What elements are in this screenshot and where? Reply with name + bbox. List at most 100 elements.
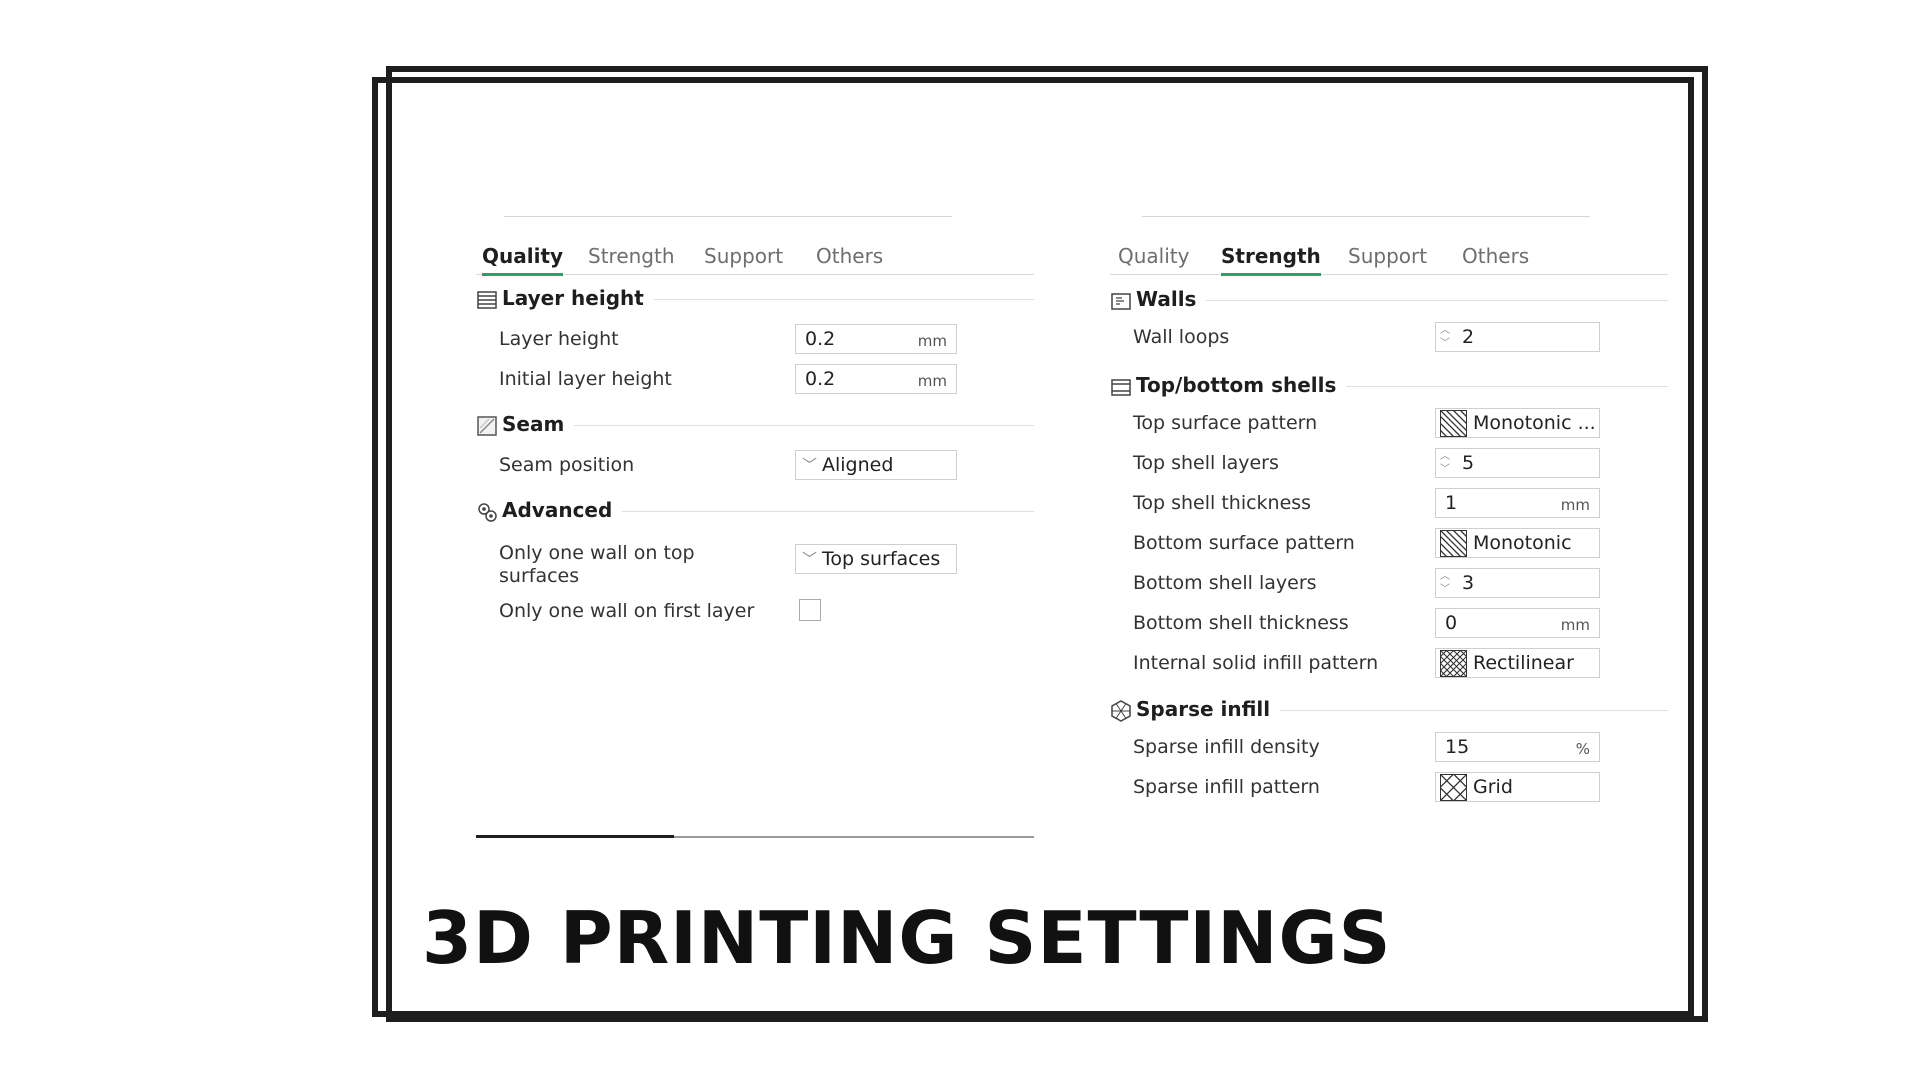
row-label: Wall loops: [1133, 326, 1230, 348]
chevron-down-icon: ﹀: [802, 550, 818, 568]
row-bottom-surface-pattern: Bottom surface pattern Monotonic: [1110, 528, 1668, 562]
shells-icon: [1111, 379, 1131, 396]
panel-top-rule: [1142, 216, 1590, 217]
unit-label: mm: [1560, 496, 1590, 514]
section-walls: Walls: [1110, 285, 1668, 315]
unit-label: mm: [917, 372, 947, 390]
one-wall-first-layer-checkbox[interactable]: [799, 599, 821, 621]
section-divider: [1136, 300, 1668, 301]
row-top-shell-layers: Top shell layers ︿ ﹀ 5: [1110, 448, 1668, 482]
section-advanced: Advanced: [476, 496, 1034, 526]
row-initial-layer-height: Initial layer height 0.2 mm: [476, 364, 1034, 398]
tab-quality[interactable]: Quality: [1118, 244, 1189, 273]
monotonic-pattern-icon: [1440, 410, 1467, 437]
selected-value: Grid: [1473, 776, 1513, 798]
settings-panel-quality: Quality Strength Support Others Layer he…: [476, 210, 1034, 830]
internal-solid-infill-pattern-select[interactable]: Rectilinear: [1435, 648, 1600, 678]
row-layer-height: Layer height 0.2 mm: [476, 324, 1034, 358]
row-seam-position: Seam position ﹀ Aligned: [476, 450, 1034, 484]
panel-top-rule: [504, 216, 952, 217]
section-title: Layer height: [502, 286, 654, 310]
seam-position-select[interactable]: ﹀ Aligned: [795, 450, 957, 480]
row-label: Top shell layers: [1133, 452, 1279, 474]
section-shells: Top/bottom shells: [1110, 371, 1668, 401]
row-label: Top surface pattern: [1133, 412, 1318, 434]
section-title: Seam: [502, 412, 575, 436]
stepper-arrows-icon[interactable]: ︿ ﹀: [1440, 570, 1450, 596]
top-shell-thickness-input[interactable]: 1 mm: [1435, 488, 1600, 518]
sparse-infill-icon: [1111, 700, 1131, 722]
row-label: Bottom surface pattern: [1133, 532, 1355, 554]
tab-quality[interactable]: Quality: [482, 244, 564, 276]
chevron-down-icon: ﹀: [802, 456, 818, 474]
section-layer-height: Layer height: [476, 284, 1034, 314]
section-title: Top/bottom shells: [1136, 373, 1347, 397]
tab-support[interactable]: Support: [1348, 244, 1427, 273]
walls-icon: [1111, 293, 1131, 310]
bottom-surface-pattern-select[interactable]: Monotonic: [1435, 528, 1600, 558]
row-one-wall-top: Only one wall on top surfaces ﹀ Top surf…: [476, 542, 1034, 587]
sparse-infill-pattern-select[interactable]: Grid: [1435, 772, 1600, 802]
horizontal-scrollbar[interactable]: [476, 835, 1034, 838]
field-value: 5: [1462, 452, 1475, 474]
tab-bar: Quality Strength Support Others: [476, 238, 1034, 276]
seam-icon: [477, 416, 497, 436]
row-bottom-shell-layers: Bottom shell layers ︿ ﹀ 3: [1110, 568, 1668, 602]
stepper-arrows-icon[interactable]: ︿ ﹀: [1440, 450, 1450, 476]
row-internal-solid-infill-pattern: Internal solid infill pattern Rectilinea…: [1110, 648, 1668, 682]
page-title: 3D PRINTING SETTINGS: [422, 896, 1392, 980]
row-label: Sparse infill pattern: [1133, 776, 1320, 798]
sparse-infill-density-input[interactable]: 15 %: [1435, 732, 1600, 762]
row-label: Only one wall on top surfaces: [499, 542, 695, 587]
one-wall-top-select[interactable]: ﹀ Top surfaces: [795, 544, 957, 574]
field-value: 0.2: [805, 328, 836, 350]
bottom-shell-layers-stepper[interactable]: ︿ ﹀ 3: [1435, 568, 1600, 598]
unit-label: mm: [917, 332, 947, 350]
row-label: Top shell thickness: [1133, 492, 1312, 514]
section-title: Walls: [1136, 287, 1207, 311]
stepper-arrows-icon[interactable]: ︿ ﹀: [1440, 324, 1450, 350]
row-label: Sparse infill density: [1133, 736, 1320, 758]
row-top-shell-thickness: Top shell thickness 1 mm: [1110, 488, 1668, 522]
row-label: Seam position: [499, 454, 635, 476]
section-sparse-infill: Sparse infill: [1110, 695, 1668, 725]
field-value: 0: [1445, 612, 1458, 634]
field-value: 0.2: [805, 368, 836, 390]
scrollbar-thumb[interactable]: [476, 835, 674, 838]
row-label: Internal solid infill pattern: [1133, 652, 1379, 674]
section-seam: Seam: [476, 410, 1034, 440]
monotonic-pattern-icon: [1440, 530, 1467, 557]
unit-label: %: [1575, 740, 1590, 758]
selected-value: Monotonic: [1473, 532, 1572, 554]
tab-bar: Quality Strength Support Others: [1110, 238, 1668, 276]
tab-strength[interactable]: Strength: [1221, 244, 1321, 276]
unit-label: mm: [1560, 616, 1590, 634]
selected-value: Rectilinear: [1473, 652, 1574, 674]
row-label: Only one wall on first layer: [499, 600, 755, 622]
top-surface-pattern-select[interactable]: Monotonic ...: [1435, 408, 1600, 438]
row-sparse-infill-density: Sparse infill density 15 %: [1110, 732, 1668, 766]
row-bottom-shell-thickness: Bottom shell thickness 0 mm: [1110, 608, 1668, 642]
row-wall-loops: Wall loops ︿ ﹀ 2: [1110, 322, 1668, 356]
tab-support[interactable]: Support: [704, 244, 783, 273]
row-label: Layer height: [499, 328, 619, 350]
tab-others[interactable]: Others: [1462, 244, 1529, 273]
selected-value: Aligned: [822, 454, 894, 476]
tab-others[interactable]: Others: [816, 244, 883, 273]
field-value: 15: [1445, 736, 1470, 758]
grid-pattern-icon: [1440, 774, 1467, 801]
layer-height-input[interactable]: 0.2 mm: [795, 324, 957, 354]
field-value: 2: [1462, 326, 1475, 348]
advanced-gears-icon: [478, 503, 497, 522]
selected-value: Top surfaces: [822, 548, 941, 570]
field-value: 1: [1445, 492, 1458, 514]
initial-layer-height-input[interactable]: 0.2 mm: [795, 364, 957, 394]
row-one-wall-first-layer: Only one wall on first layer: [476, 596, 1034, 630]
row-label: Bottom shell thickness: [1133, 612, 1349, 634]
rectilinear-pattern-icon: [1440, 650, 1467, 677]
wall-loops-stepper[interactable]: ︿ ﹀ 2: [1435, 322, 1600, 352]
top-shell-layers-stepper[interactable]: ︿ ﹀ 5: [1435, 448, 1600, 478]
bottom-shell-thickness-input[interactable]: 0 mm: [1435, 608, 1600, 638]
section-title: Advanced: [502, 498, 623, 522]
tab-strength[interactable]: Strength: [588, 244, 675, 273]
